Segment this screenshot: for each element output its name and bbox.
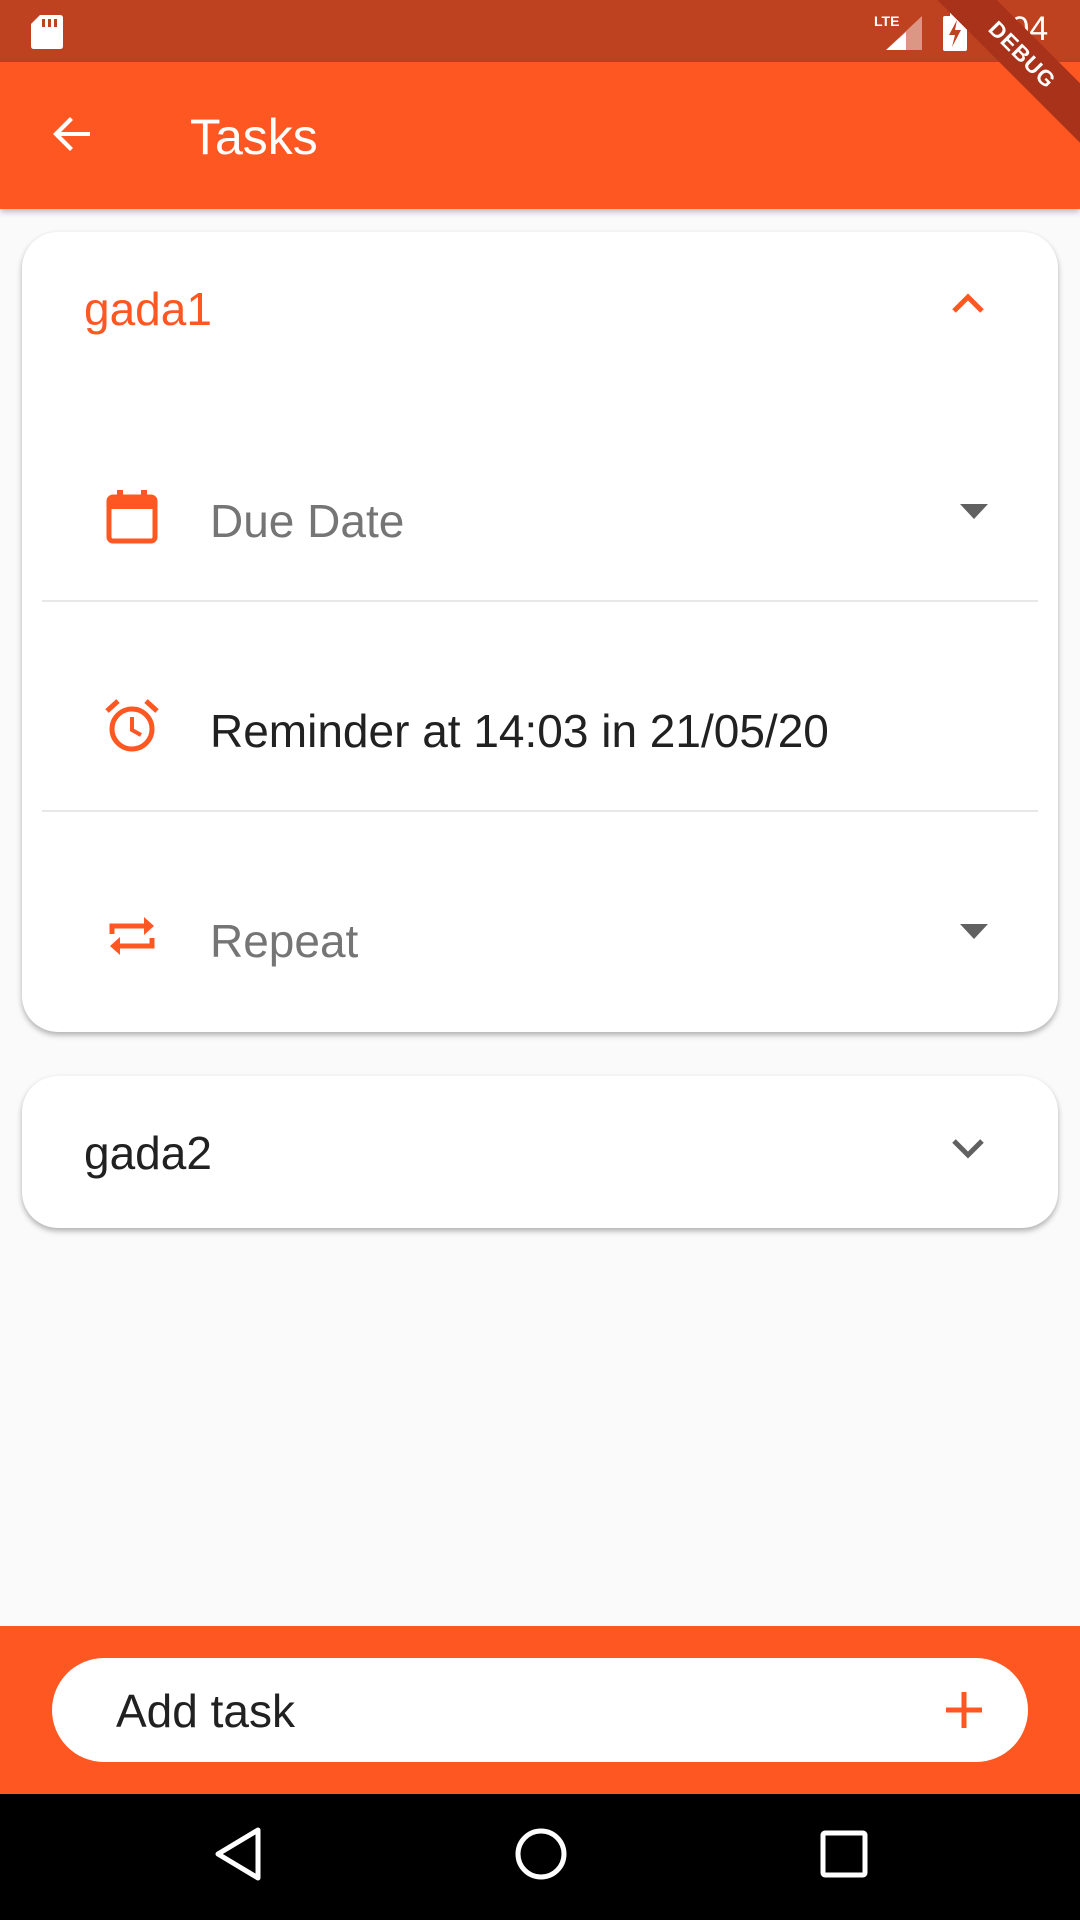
plus-icon[interactable] xyxy=(940,1686,988,1739)
reminder-label: Reminder at 14:03 in 21/05/20 xyxy=(210,705,829,757)
chevron-down-icon[interactable] xyxy=(948,1128,988,1173)
sd-card-icon xyxy=(30,13,64,56)
arrow-back-icon[interactable] xyxy=(48,110,96,163)
repeat-label: Repeat xyxy=(210,915,359,967)
task-card-header[interactable]: gada2 xyxy=(22,1076,1058,1228)
chevron-up-icon[interactable] xyxy=(948,284,988,329)
task-card: gada1 Due Date Reminder at 14:03 in 21/0… xyxy=(22,232,1058,1032)
reminder-row[interactable]: Reminder at 14:03 in 21/05/20 xyxy=(42,622,1038,832)
alarm-icon xyxy=(104,698,160,759)
add-task-input[interactable]: Add task xyxy=(52,1658,1028,1762)
status-bar: LTE 1:04 xyxy=(0,0,1080,62)
due-date-label: Due Date xyxy=(210,495,405,547)
divider xyxy=(42,600,1038,602)
signal-icon: LTE xyxy=(872,12,924,57)
caret-down-icon[interactable] xyxy=(960,924,988,945)
task-card: gada2 xyxy=(22,1076,1058,1228)
repeat-icon xyxy=(104,908,160,969)
task-title: gada1 xyxy=(84,283,212,335)
task-title: gada2 xyxy=(84,1127,212,1179)
nav-back-icon[interactable] xyxy=(210,1824,266,1889)
network-label: LTE xyxy=(874,13,899,29)
page-title: Tasks xyxy=(190,109,318,165)
repeat-row[interactable]: Repeat xyxy=(42,832,1038,1042)
add-task-placeholder: Add task xyxy=(116,1685,295,1737)
system-nav-bar xyxy=(0,1794,1080,1920)
add-task-bar: Add task xyxy=(0,1626,1080,1794)
calendar-icon xyxy=(104,488,160,549)
task-card-header[interactable]: gada1 xyxy=(22,232,1058,384)
app-bar: Tasks xyxy=(0,62,1080,209)
due-date-row[interactable]: Due Date xyxy=(42,412,1038,622)
divider xyxy=(42,810,1038,812)
nav-home-icon[interactable] xyxy=(511,1824,571,1889)
caret-down-icon[interactable] xyxy=(960,504,988,525)
nav-recents-icon[interactable] xyxy=(816,1824,872,1889)
